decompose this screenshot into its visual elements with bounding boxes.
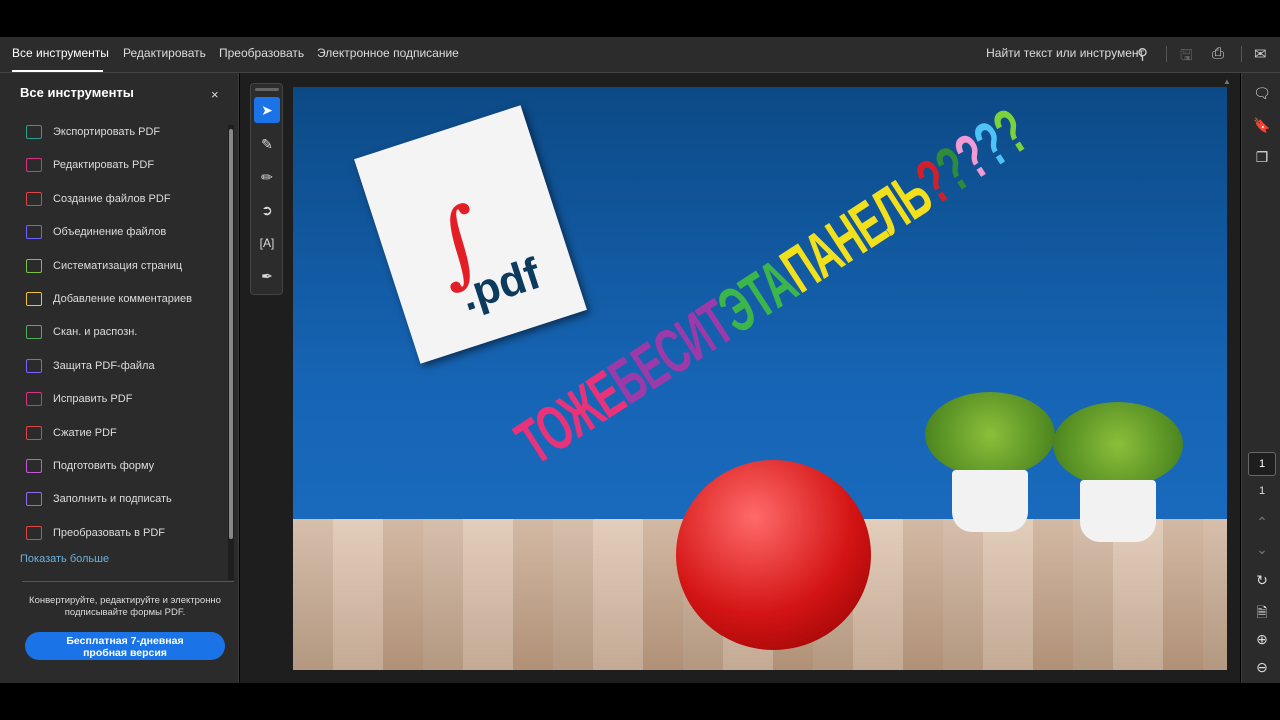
tool-icon	[26, 425, 42, 440]
tool-icon	[26, 158, 42, 173]
tool-icon	[26, 292, 42, 306]
search-icon[interactable]: ⚲	[1137, 45, 1148, 63]
tool-item[interactable]: Скан. и распозн.	[26, 322, 137, 342]
tool-item-label: Создание файлов PDF	[53, 192, 171, 205]
plant-image	[1053, 402, 1183, 542]
all-tools-panel: Все инструменты × Экспортировать PDF Реда…	[0, 73, 239, 683]
divider	[1166, 46, 1167, 62]
add-text-icon[interactable]: [A]	[254, 230, 280, 256]
tool-item-label: Добавление комментариев	[53, 293, 193, 305]
tool-item-label: Сжатие PDF	[53, 426, 117, 439]
page-total: 1	[1258, 485, 1266, 497]
save-icon[interactable]: 🖫	[1180, 45, 1193, 70]
tool-item[interactable]: Объединение файлов	[26, 222, 166, 242]
trial-line-1: Бесплатная 7-дневная	[66, 635, 184, 647]
pages-icon[interactable]: ❐	[1252, 149, 1272, 166]
tab-e-sign[interactable]: Электронное подписание	[317, 46, 459, 60]
tool-item[interactable]: Добавление комментариев	[26, 289, 192, 309]
zoom-in-icon[interactable]: ⊕	[1252, 631, 1272, 648]
zoom-out-icon[interactable]: ⊖	[1252, 659, 1272, 676]
select-tool-icon[interactable]: ➤	[254, 97, 280, 123]
tool-item[interactable]: Заполнить и подписать	[26, 489, 172, 509]
tool-item-label: Систематизация страниц	[53, 259, 183, 272]
divider	[1241, 46, 1242, 62]
sign-icon[interactable]: ✒	[254, 263, 280, 289]
rotate-icon[interactable]: ↻	[1252, 572, 1272, 589]
email-icon[interactable]: ✉	[1254, 45, 1267, 63]
angry-face-image	[676, 460, 871, 650]
tab-edit[interactable]: Редактировать	[123, 46, 206, 60]
tool-item-label: Исправить PDF	[53, 393, 133, 406]
tool-icon	[26, 258, 42, 273]
previous-page-icon[interactable]: ⌃	[1252, 514, 1272, 531]
tool-item[interactable]: Преобразовать в PDF	[26, 523, 165, 543]
scroll-up-arrow[interactable]: ▲	[1223, 77, 1231, 86]
top-toolbar: Все инструменты Редактировать Преобразов…	[0, 37, 1280, 73]
tool-icon	[26, 325, 42, 340]
tool-item-label: Скан. и распозн.	[53, 326, 138, 339]
scrollbar-thumb[interactable]	[229, 129, 233, 539]
highlight-icon[interactable]: ✏	[254, 164, 280, 190]
next-page-icon[interactable]: ⌄	[1252, 541, 1272, 558]
tool-item-label: Подготовить форму	[53, 460, 155, 472]
extract-page-icon[interactable]: 🗎	[1252, 602, 1272, 626]
tool-item[interactable]: Создание файлов PDF	[26, 189, 171, 209]
tool-icon	[26, 492, 42, 507]
tool-item[interactable]: Подготовить форму	[26, 456, 154, 476]
tool-item[interactable]: Систематизация страниц	[26, 256, 182, 276]
tool-item-label: Экспортировать PDF	[53, 126, 161, 138]
page-number-input[interactable]: 1	[1248, 452, 1276, 476]
drag-handle[interactable]	[255, 88, 279, 91]
quick-tools-bar: ➤ ✎ ✏ ➲ [A] ✒	[250, 83, 283, 295]
bookmarks-icon[interactable]: 🔖	[1252, 117, 1272, 134]
right-rail: 🗨 🔖 ❐ 1 1 ⌃ ⌄ ↻ 🗎 ⊕ ⊖	[1241, 73, 1280, 683]
divider	[22, 581, 234, 582]
free-trial-button[interactable]: Бесплатная 7-дневная пробная версия	[25, 632, 225, 660]
tool-icon	[26, 125, 42, 139]
tool-item-label: Редактировать PDF	[53, 159, 155, 172]
tool-item-label: Преобразовать в PDF	[53, 526, 166, 539]
document-area: ➤ ✎ ✏ ➲ [A] ✒ ▲ ∫ .pdf ТОЖЕ БЕСИТ ЭТА ПА…	[240, 73, 1240, 683]
tool-icon	[26, 225, 42, 240]
panel-scrollbar[interactable]	[228, 125, 234, 580]
panel-title: Все инструменты	[20, 85, 134, 100]
trial-line-2: пробная версия	[83, 647, 167, 659]
print-icon[interactable]: ⎙	[1212, 45, 1224, 62]
tool-item[interactable]: Редактировать PDF	[26, 155, 154, 175]
comments-icon[interactable]: 🗨	[1252, 85, 1272, 102]
tool-item-label: Защита PDF-файла	[53, 359, 155, 372]
search-tools-button[interactable]: Найти текст или инструмент	[986, 46, 1144, 60]
tool-icon	[26, 525, 42, 540]
tool-item[interactable]: Исправить PDF	[26, 389, 132, 409]
tool-item-label: Объединение файлов	[53, 226, 167, 239]
active-tab-indicator	[12, 70, 103, 72]
promo-text: Конвертируйте, редактируйте и электронно…	[29, 595, 221, 618]
show-more-link[interactable]: Показать больше	[20, 553, 109, 565]
pdf-page: ∫ .pdf ТОЖЕ БЕСИТ ЭТА ПАНЕЛЬ?????	[293, 87, 1227, 670]
draw-freehand-icon[interactable]: ➲	[254, 197, 280, 223]
tool-item[interactable]: Защита PDF-файла	[26, 356, 155, 376]
tool-icon	[26, 191, 42, 206]
tab-all-tools[interactable]: Все инструменты	[12, 46, 109, 60]
tab-convert[interactable]: Преобразовать	[219, 46, 304, 60]
tool-item-label: Заполнить и подписать	[53, 493, 172, 506]
pdf-file-image: ∫ .pdf	[354, 105, 587, 364]
plant-image	[925, 392, 1055, 532]
tool-item[interactable]: Экспортировать PDF	[26, 122, 160, 142]
close-panel-button[interactable]: ×	[211, 87, 219, 102]
tool-icon	[26, 358, 42, 373]
tool-icon	[26, 392, 42, 407]
tool-icon	[26, 459, 42, 473]
tool-item[interactable]: Сжатие PDF	[26, 423, 117, 443]
add-comment-icon[interactable]: ✎	[254, 131, 280, 157]
